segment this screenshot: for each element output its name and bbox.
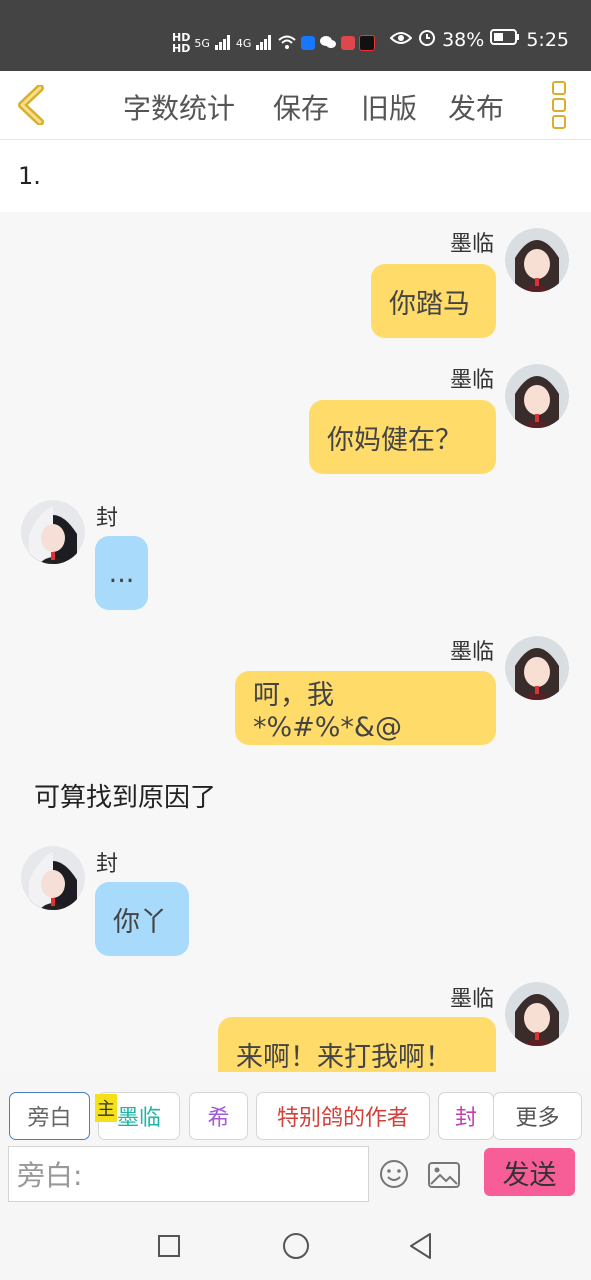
battery-icon — [490, 28, 520, 51]
system-nav-bar — [0, 1212, 591, 1280]
role-feng-button[interactable]: 封 — [438, 1092, 494, 1140]
recent-apps-icon[interactable] — [157, 1234, 181, 1258]
eye-icon — [389, 29, 413, 51]
role-selector-bar: 旁白 墨临 希 特别鸽的作者 封 更多 — [0, 1072, 591, 1142]
sender-name: 封 — [96, 852, 119, 877]
message-bubble[interactable]: 你丫 — [95, 882, 189, 956]
message-bubble[interactable]: 你踏马 — [371, 264, 496, 338]
menu-dot — [552, 81, 566, 95]
chevron-left-icon — [18, 84, 44, 126]
sender-name: 墨临 — [449, 232, 494, 257]
signal-icon — [255, 34, 273, 53]
message-bubble[interactable]: 呵，我*%#%*&@ — [235, 671, 496, 745]
avatar-molin[interactable] — [505, 982, 569, 1046]
avatar-feng[interactable] — [21, 846, 85, 910]
alarm-icon — [418, 28, 436, 51]
back-button[interactable] — [14, 84, 50, 126]
more-menu-button[interactable] — [549, 81, 571, 129]
role-narration-button[interactable]: 旁白 — [9, 1092, 90, 1140]
composer: 旁白: 发送 — [0, 1142, 591, 1212]
narration-text[interactable]: 可算找到原因了 — [34, 777, 216, 814]
menu-dot — [552, 115, 566, 129]
network-4g-label: 4G — [235, 36, 252, 50]
emoji-icon[interactable] — [379, 1159, 409, 1189]
alipay-icon — [301, 36, 316, 50]
save-button[interactable]: 保存 — [273, 87, 329, 127]
sender-name: 墨临 — [449, 368, 494, 393]
sender-name: 封 — [96, 506, 119, 531]
image-icon[interactable] — [428, 1162, 460, 1188]
message-bubble[interactable]: 你妈健在？ — [309, 400, 496, 474]
message-bubble[interactable]: ... — [95, 536, 148, 610]
sender-name: 墨临 — [449, 640, 494, 665]
home-icon[interactable] — [282, 1232, 310, 1260]
message-input[interactable]: 旁白: — [8, 1146, 369, 1202]
publish-button[interactable]: 发布 — [448, 87, 504, 127]
chat-area[interactable]: 墨临 你踏马 墨临 你妈健在？ 封 ... 墨临 呵，我*%#%*&@ 可算找到… — [0, 212, 591, 1072]
wifi-icon — [277, 34, 297, 53]
more-roles-button[interactable]: 更多 — [493, 1092, 582, 1140]
editor-toolbar: 字数统计 保存 旧版 发布 — [0, 71, 591, 140]
wechat-icon — [319, 34, 337, 53]
battery-percent: 38% — [442, 28, 485, 51]
back-nav-icon[interactable] — [408, 1232, 434, 1260]
tiktok-icon — [359, 35, 376, 51]
host-badge: 主 — [95, 1094, 117, 1122]
message-bubble[interactable]: 来啊！来打我啊！ — [218, 1017, 496, 1072]
role-author-button[interactable]: 特别鸽的作者 — [256, 1092, 430, 1140]
network-5g-label: 5G — [194, 36, 210, 50]
hd-label: HD — [172, 42, 191, 55]
status-bar: HD HD 5G 4G 38% 5:25 — [0, 0, 591, 71]
status-right: 38% 5:25 — [389, 28, 569, 51]
status-icons: HD HD 5G 4G — [172, 28, 376, 58]
avatar-feng[interactable] — [21, 500, 85, 564]
chapter-number[interactable]: 1. — [18, 162, 41, 190]
clock-time: 5:25 — [526, 28, 569, 51]
menu-dot — [552, 98, 566, 112]
send-button[interactable]: 发送 — [484, 1148, 575, 1196]
role-xi-button[interactable]: 希 — [189, 1092, 248, 1140]
word-count-button[interactable]: 字数统计 — [123, 87, 235, 127]
sender-name: 墨临 — [449, 987, 494, 1012]
avatar-molin[interactable] — [505, 364, 569, 428]
signal-icon — [214, 34, 232, 53]
old-version-button[interactable]: 旧版 — [361, 87, 417, 127]
avatar-molin[interactable] — [505, 636, 569, 700]
avatar-molin[interactable] — [505, 228, 569, 292]
book-app-icon — [341, 36, 356, 50]
